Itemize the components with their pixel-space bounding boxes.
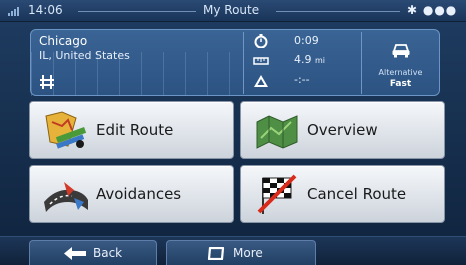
checkered-flag-cancel-icon	[257, 174, 297, 214]
overview-label: Overview	[307, 121, 378, 139]
back-button[interactable]: Back	[29, 240, 157, 265]
time-remaining: 0:09	[294, 34, 319, 47]
route-info-panel[interactable]: Chicago IL, United States 0:09 4.9 mi -:…	[30, 29, 440, 96]
back-arrow-icon	[64, 247, 86, 260]
overview-button[interactable]: Overview	[240, 101, 445, 159]
next-event-value: -:--	[294, 73, 310, 86]
avoidances-label: Avoidances	[96, 185, 182, 203]
warning-triangle-icon	[254, 75, 268, 87]
avoid-road-icon	[44, 182, 88, 212]
map-overview-icon	[256, 115, 298, 149]
avoidances-button[interactable]: Avoidances	[29, 165, 234, 223]
more-label: More	[233, 246, 263, 260]
road-icon	[40, 75, 54, 89]
distance-icon	[253, 57, 269, 65]
screen-title: My Route	[203, 3, 260, 17]
route-type-value: Fast	[389, 79, 412, 89]
edit-route-button[interactable]: Edit Route	[29, 101, 234, 159]
status-bar: 14:06 My Route ✱ ●●●	[0, 0, 466, 22]
clock: 14:06	[28, 3, 63, 17]
panel-divider	[243, 32, 244, 94]
distance-remaining: 4.9 mi	[294, 53, 325, 66]
route-type[interactable]: Alternative Fast	[361, 30, 440, 95]
divider-line	[78, 11, 196, 12]
destination-country: IL, United States	[39, 49, 130, 62]
distance-unit: mi	[315, 56, 326, 65]
stopwatch-icon	[254, 34, 268, 48]
more-button[interactable]: More	[166, 240, 316, 265]
destination-city: Chicago	[39, 34, 88, 48]
edit-route-icon	[45, 111, 87, 149]
edit-route-label: Edit Route	[96, 121, 174, 139]
cancel-route-label: Cancel Route	[307, 185, 407, 203]
divider-line	[276, 11, 400, 12]
back-label: Back	[93, 246, 123, 260]
signal-icon	[8, 6, 20, 16]
cancel-route-button[interactable]: Cancel Route	[240, 165, 445, 223]
distance-value: 4.9	[294, 53, 312, 66]
navigation-screen: 14:06 My Route ✱ ●●● Chicago IL, United …	[0, 0, 466, 265]
car-icon	[392, 44, 410, 58]
route-type-label: Alternative	[378, 68, 423, 77]
status-indicators: ✱ ●●●	[407, 3, 458, 17]
more-icon	[207, 247, 225, 260]
